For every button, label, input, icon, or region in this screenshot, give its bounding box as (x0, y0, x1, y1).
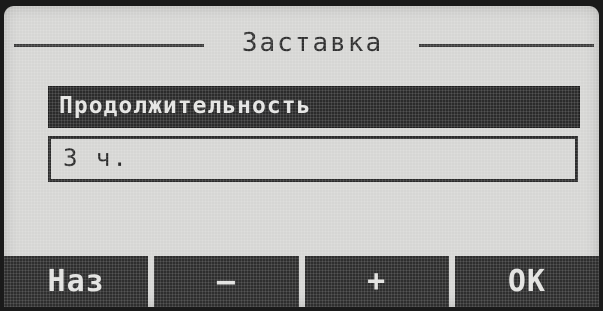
title-divider-left (14, 44, 204, 47)
ok-softkey[interactable]: OK (454, 256, 599, 307)
lcd-screen: Заставка Продолжительность 3 ч. Наз — + … (4, 6, 599, 307)
decrease-softkey[interactable]: — (154, 256, 299, 307)
duration-value-field[interactable]: 3 ч. (48, 136, 578, 182)
increase-softkey[interactable]: + (304, 256, 449, 307)
screen-title-bar: Заставка (14, 28, 594, 60)
parameter-label: Продолжительность (59, 93, 312, 119)
title-divider-right (419, 44, 594, 47)
parameter-header: Продолжительность (48, 86, 580, 128)
screen-title: Заставка (241, 28, 384, 58)
back-softkey[interactable]: Наз (4, 256, 149, 307)
softkey-bar: Наз — + OK (4, 256, 599, 307)
duration-value: 3 ч. (63, 144, 129, 172)
